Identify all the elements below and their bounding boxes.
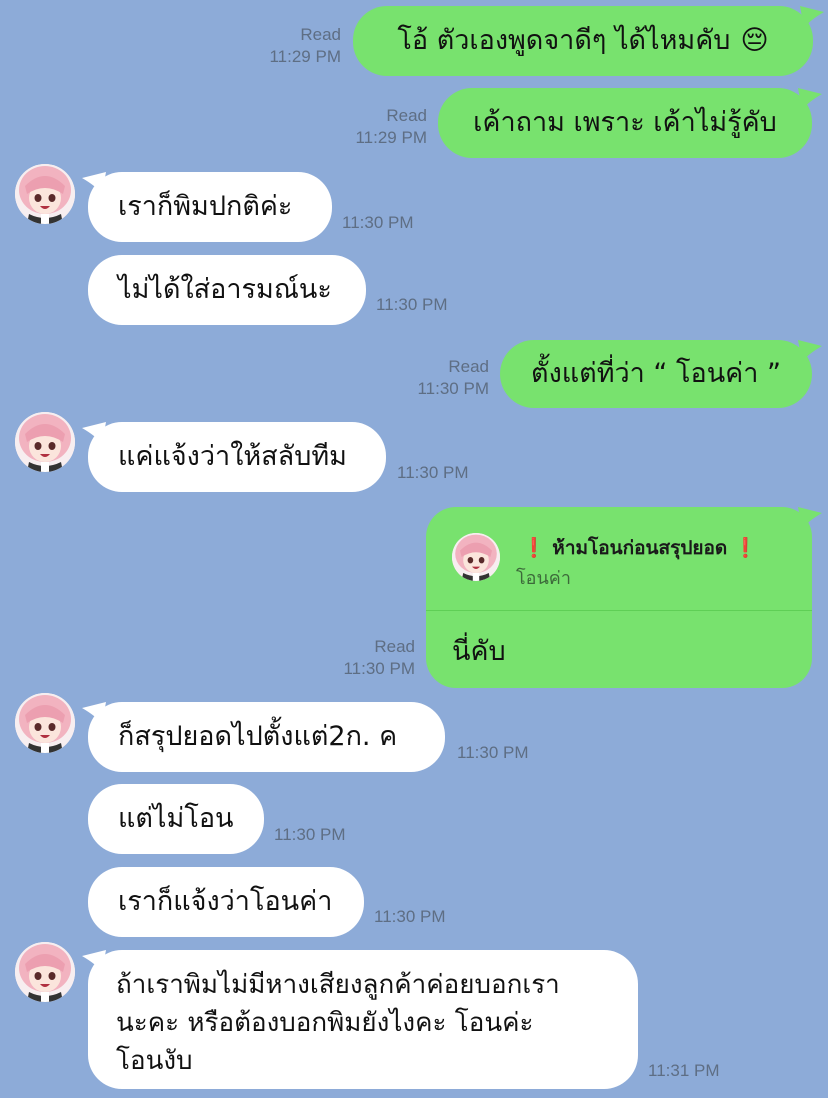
quoted-message-text: โอนค่า <box>516 568 571 589</box>
message-text: ไม่ได้ใส่อารมณ์นะ <box>118 274 332 305</box>
message-text-line: นะคะ หรือต้องบอกพิมยังไงคะ โอนค่ะ <box>116 1008 534 1038</box>
read-status: Read <box>386 106 427 125</box>
message-text: โอ้ ตัวเองพูดจาดีๆ ได้ไหมคับ <box>397 25 731 56</box>
quoted-message-avatar <box>452 533 500 581</box>
contact-avatar[interactable] <box>15 693 75 753</box>
timestamp: 11:29 PM <box>355 128 427 147</box>
read-status: Read <box>374 637 415 656</box>
timestamp: 11:29 PM <box>269 47 341 66</box>
quoted-message-title: ❗ ห้ามโอนก่อนสรุปยอด ❗ <box>522 533 758 563</box>
outgoing-reply-bubble[interactable]: ❗ ห้ามโอนก่อนสรุปยอด ❗ โอนค่า นี่คับ <box>426 507 812 688</box>
incoming-message-bubble[interactable]: แต่ไม่โอน <box>88 784 264 854</box>
reply-divider <box>426 610 812 611</box>
exclamation-icon: ❗ <box>733 537 758 559</box>
bubble-tail <box>798 507 822 529</box>
read-status: Read <box>300 25 341 44</box>
message-meta: Read 11:30 PM <box>294 636 415 680</box>
message-text: เค้าถาม เพราะ เค้าไม่รู้คับ <box>473 107 777 138</box>
incoming-message-bubble[interactable]: เราก็พิมปกติค่ะ <box>88 172 332 242</box>
message-text: นี่คับ <box>452 636 506 667</box>
incoming-message-bubble[interactable]: แค่แจ้งว่าให้สลับทีม <box>88 422 386 492</box>
message-meta: Read 11:30 PM <box>368 356 489 400</box>
message-text-line: โอนงับ <box>116 1046 193 1076</box>
bubble-tail <box>798 88 822 110</box>
timestamp: 11:30 PM <box>374 907 446 926</box>
outgoing-message-bubble[interactable]: โอ้ ตัวเองพูดจาดีๆ ได้ไหมคับ 😔 <box>353 6 813 76</box>
timestamp: 11:30 PM <box>343 659 415 678</box>
timestamp: 11:30 PM <box>274 825 346 844</box>
exclamation-icon: ❗ <box>522 537 546 559</box>
message-meta: Read 11:29 PM <box>220 24 341 68</box>
quoted-reply-preview[interactable]: ❗ ห้ามโอนก่อนสรุปยอด ❗ โอนค่า <box>426 507 812 611</box>
incoming-message-bubble[interactable]: เราก็แจ้งว่าโอนค่า <box>88 867 364 937</box>
message-text: ตั้งแต่ที่ว่า “ โอนค่า ” <box>531 358 781 389</box>
message-text: แต่ไม่โอน <box>118 803 234 834</box>
incoming-message-bubble[interactable]: ถ้าเราพิมไม่มีหางเสียงลูกค้าค่อยบอกเรา น… <box>88 950 638 1089</box>
timestamp: 11:30 PM <box>457 743 529 762</box>
timestamp: 11:30 PM <box>376 295 448 314</box>
outgoing-message-bubble[interactable]: ตั้งแต่ที่ว่า “ โอนค่า ” <box>500 340 812 408</box>
contact-avatar[interactable] <box>15 412 75 472</box>
outgoing-message-bubble[interactable]: เค้าถาม เพราะ เค้าไม่รู้คับ <box>438 88 812 158</box>
timestamp: 11:30 PM <box>342 213 414 232</box>
pensive-face-emoji: 😔 <box>740 25 769 56</box>
message-text: ก็สรุปยอดไปตั้งแต่2ก. ค <box>118 721 398 752</box>
contact-avatar[interactable] <box>15 942 75 1002</box>
timestamp: 11:30 PM <box>397 463 469 482</box>
timestamp: 11:31 PM <box>648 1061 720 1080</box>
bubble-tail <box>798 340 822 362</box>
message-text: เราก็พิมปกติค่ะ <box>118 191 293 222</box>
incoming-message-bubble[interactable]: ก็สรุปยอดไปตั้งแต่2ก. ค <box>88 702 445 772</box>
read-status: Read <box>448 357 489 376</box>
incoming-message-bubble[interactable]: ไม่ได้ใส่อารมณ์นะ <box>88 255 366 325</box>
contact-avatar[interactable] <box>15 164 75 224</box>
quoted-title-text: ห้ามโอนก่อนสรุปยอด <box>552 537 728 559</box>
timestamp: 11:30 PM <box>417 379 489 398</box>
message-text: เราก็แจ้งว่าโอนค่า <box>118 886 333 917</box>
message-meta: Read 11:29 PM <box>306 105 427 149</box>
message-text-line: ถ้าเราพิมไม่มีหางเสียงลูกค้าค่อยบอกเรา <box>116 970 560 1000</box>
message-text: แค่แจ้งว่าให้สลับทีม <box>118 441 347 472</box>
bubble-tail <box>800 6 824 28</box>
